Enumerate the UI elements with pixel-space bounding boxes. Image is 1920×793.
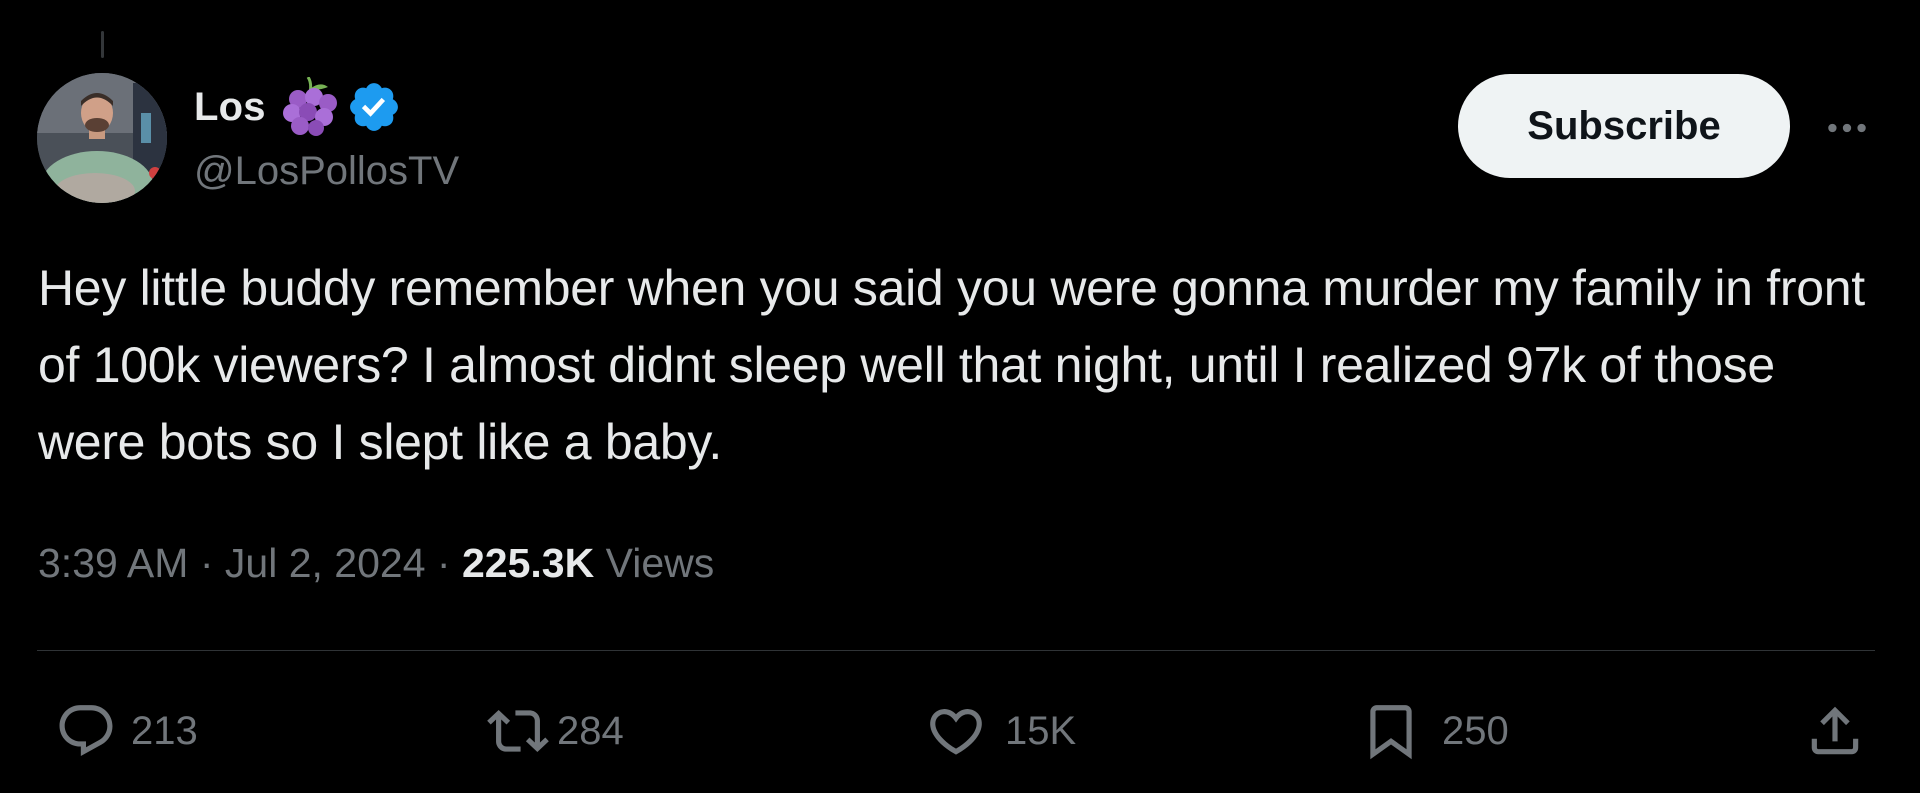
like-button[interactable]: 15K [925, 700, 1076, 762]
action-bar: 213 284 15K 250 [0, 700, 1920, 762]
like-count: 15K [1005, 708, 1077, 753]
views-count: 225.3K [461, 540, 595, 586]
bookmark-button[interactable]: 250 [1360, 700, 1509, 762]
meta-separator: · [436, 540, 451, 586]
tweet-time[interactable]: 3:39 AM [38, 540, 188, 586]
reply-icon [59, 705, 113, 757]
author-handle[interactable]: @LosPollosTV [194, 149, 459, 194]
tweet-meta: 3:39 AM · Jul 2, 2024 · 225.3K Views [38, 540, 714, 587]
tweet-header: Los @LosPollosTV Subscribe [37, 73, 1920, 203]
meta-separator: · [199, 540, 214, 586]
share-button[interactable] [1804, 700, 1866, 762]
more-icon[interactable] [1822, 103, 1872, 153]
views-label: Views [605, 540, 715, 586]
divider [37, 650, 1875, 651]
tweet-date[interactable]: Jul 2, 2024 [225, 540, 426, 586]
reply-button[interactable]: 213 [55, 700, 198, 762]
tweet-text: Hey little buddy remember when you said … [38, 260, 1865, 470]
repost-icon [487, 710, 549, 752]
verified-badge-icon[interactable] [346, 79, 402, 135]
avatar[interactable] [37, 73, 167, 203]
name-row: Los [194, 76, 402, 136]
share-icon [1811, 706, 1859, 755]
avatar-image [37, 73, 167, 203]
bookmark-icon [1370, 705, 1412, 760]
grapes-icon [282, 76, 340, 137]
heart-icon [930, 709, 982, 755]
bookmark-count: 250 [1442, 708, 1509, 753]
thread-connector-line [101, 31, 104, 58]
repost-count: 284 [557, 708, 624, 753]
repost-button[interactable]: 284 [487, 700, 624, 762]
display-name[interactable]: Los [194, 85, 266, 130]
reply-count: 213 [131, 708, 198, 753]
subscribe-button[interactable]: Subscribe [1458, 74, 1790, 178]
